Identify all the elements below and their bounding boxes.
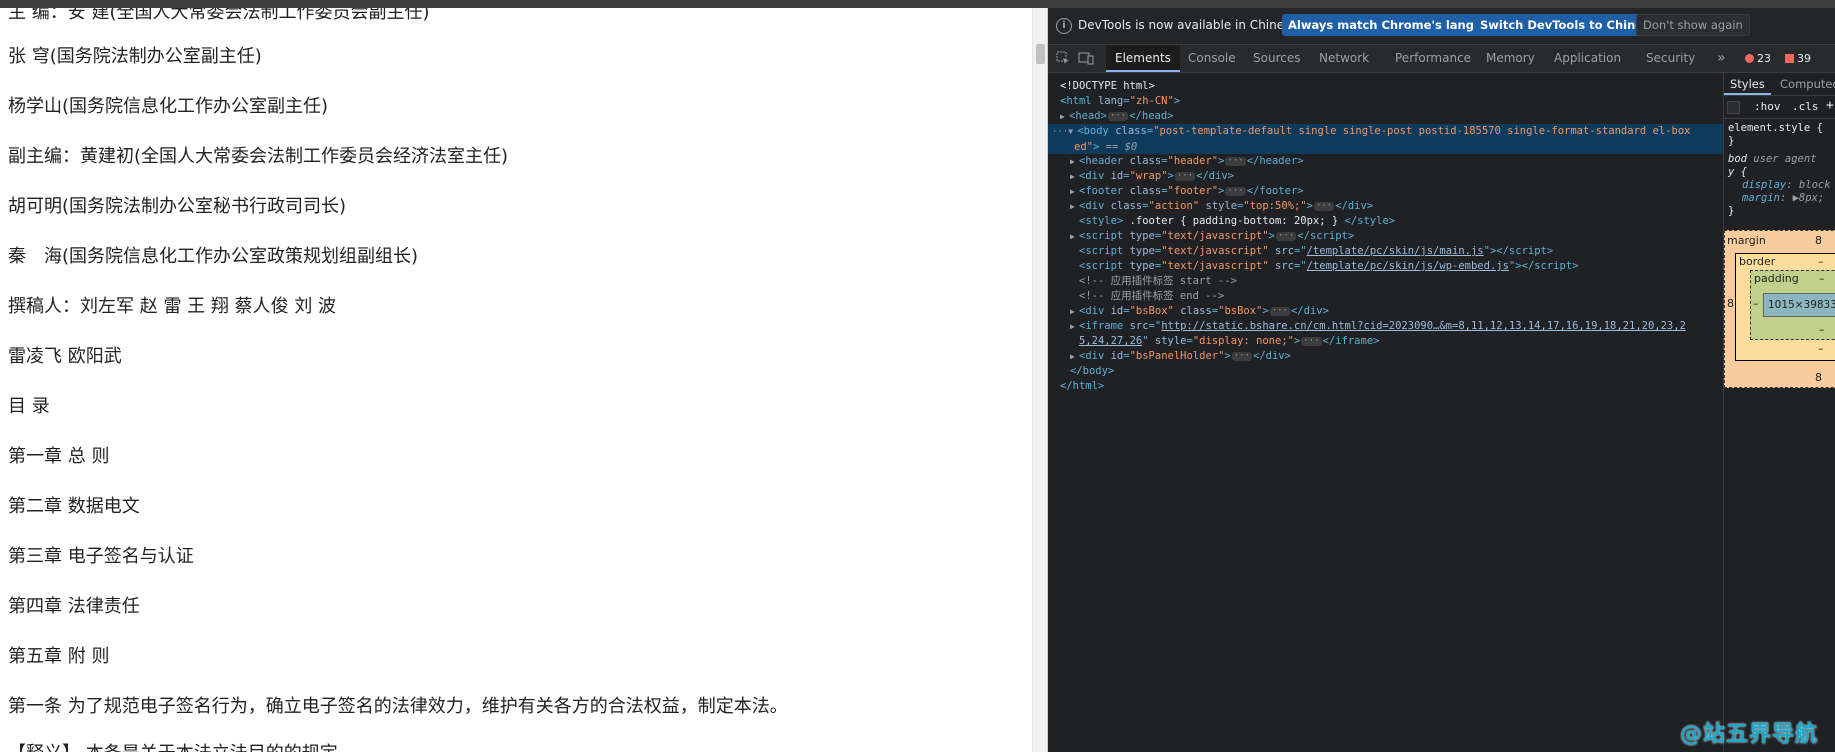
- warning-icon: [1785, 54, 1794, 63]
- warning-count-badge[interactable]: 39: [1783, 51, 1814, 66]
- toc-chapter-4: 第四章 法律责任: [8, 596, 140, 617]
- page-text-line: 张 穹(国务院法制办公室副主任): [8, 46, 262, 67]
- wp-embed-js-link[interactable]: /template/pc/skin/js/wp-embed.js: [1307, 260, 1509, 272]
- dom-node-doctype[interactable]: <!DOCTYPE html>: [1048, 79, 1723, 94]
- warning-count: 39: [1797, 52, 1811, 65]
- dom-node-close-body[interactable]: </body>: [1048, 364, 1723, 379]
- toc-chapter-2: 第二章 数据电文: [8, 496, 140, 517]
- devtools-tabbar: Elements Console Sources Network Perform…: [1048, 45, 1835, 73]
- hov-toggle[interactable]: :hov: [1754, 100, 1781, 113]
- box-model-margin[interactable]: margin 8 8 8 border – – padding – – – 10…: [1724, 230, 1835, 388]
- more-tabs-icon[interactable]: »: [1708, 45, 1735, 72]
- dom-node-script-inline[interactable]: ▶ <script type="text/javascript"> ··· </scr…: [1048, 229, 1723, 244]
- error-icon: [1745, 54, 1754, 63]
- error-count: 23: [1757, 52, 1771, 65]
- dom-node-comment[interactable]: <!-- 应用插件标签 start -->: [1048, 274, 1723, 289]
- page-text-line: 【释义】 本条是关于本法立法目的的规定: [8, 743, 338, 752]
- rule-close-brace: }: [1728, 135, 1735, 147]
- ellipsis-icon[interactable]: ···: [1107, 112, 1129, 121]
- info-icon: i: [1056, 18, 1072, 34]
- page-scrollbar-thumb[interactable]: [1036, 44, 1045, 64]
- margin-declaration[interactable]: margin: ▶8px;: [1728, 192, 1824, 205]
- toc-chapter-3: 第三章 电子签名与认证: [8, 546, 194, 567]
- tab-security[interactable]: Security: [1637, 45, 1704, 72]
- dom-node-bspanelholder[interactable]: ▶ <div id="bsPanelHolder"> ··· </div>: [1048, 349, 1723, 364]
- styles-toolbar: :hov .cls +: [1724, 96, 1835, 119]
- page-text-line: 主 编：安 建(全国人大常委会法制工作委员会副主任): [8, 8, 430, 23]
- toc-chapter-1: 第一章 总 则: [8, 446, 110, 467]
- box-model-content[interactable]: 1015×39833: [1763, 293, 1835, 317]
- main-js-link[interactable]: /template/pc/skin/js/main.js: [1307, 245, 1484, 257]
- dom-node-header[interactable]: ▶ <header class="header"> ··· </header>: [1048, 154, 1723, 169]
- page-text-line: 副主编：黄建初(全国人大常委会法制工作委员会经济法室主任): [8, 146, 509, 167]
- web-page-content: 主 编：安 建(全国人大常委会法制工作委员会副主任) 张 穹(国务院法制办公室副…: [0, 8, 1032, 752]
- dom-node-style[interactable]: <style> .footer { padding-bottom: 20px; …: [1048, 214, 1723, 229]
- new-rule-button[interactable]: +: [1826, 98, 1834, 113]
- box-model-border[interactable]: border – – padding – – – 1015×39833: [1735, 253, 1835, 361]
- tab-application[interactable]: Application: [1545, 45, 1630, 72]
- dom-node-head[interactable]: ▶ <head> ··· </head>: [1048, 109, 1723, 124]
- devtools-panel: i DevTools is now available in Chinese! …: [1048, 8, 1835, 752]
- dom-tree: <!DOCTYPE html> <html lang="zh-CN"> ▶ <he…: [1048, 73, 1723, 752]
- dom-node-action[interactable]: ▶ <div class="action" style="top:50%;"> ··…: [1048, 199, 1723, 214]
- page-text-line: 秦 海(国务院信息化工作办公室政策规划组副组长): [8, 246, 419, 267]
- styles-pane: Styles Computed :hov .cls + element.styl…: [1724, 73, 1835, 752]
- tab-elements[interactable]: Elements: [1106, 45, 1180, 72]
- body-ua-rule[interactable]: bod user agent: [1728, 153, 1817, 166]
- iframe-src-link[interactable]: http://static.bshare.cn/cm.html?cid=2023…: [1161, 320, 1686, 332]
- dom-node-body-selected[interactable]: ···▼ <body class="post-template-default s…: [1048, 124, 1723, 154]
- cls-toggle[interactable]: .cls: [1792, 100, 1819, 113]
- expand-arrow-icon[interactable]: ▶: [1060, 109, 1069, 124]
- tab-sources[interactable]: Sources: [1244, 45, 1309, 72]
- page-text-line: 目 录: [8, 396, 50, 417]
- tab-styles[interactable]: Styles: [1724, 73, 1771, 95]
- browser-top-strip: [0, 0, 1835, 8]
- dom-node-html[interactable]: <html lang="zh-CN">: [1048, 94, 1723, 109]
- page-text-line: 胡可明(国务院法制办公室秘书行政司司长): [8, 196, 347, 217]
- tab-console[interactable]: Console: [1179, 45, 1245, 72]
- toc-chapter-5: 第五章 附 则: [8, 646, 110, 667]
- dom-node-wrap[interactable]: ▶ <div id="wrap"> ··· </div>: [1048, 169, 1723, 184]
- article-1-text: 第一条 为了规范电子签名行为，确立电子签名的法律效力，维护有关各方的合法权益，制…: [8, 696, 788, 717]
- filter-input[interactable]: [1727, 101, 1740, 114]
- box-model-diagram: margin 8 8 8 border – – padding – – – 10…: [1724, 230, 1835, 388]
- selected-marker: == $0: [1105, 141, 1138, 153]
- tab-memory[interactable]: Memory: [1477, 45, 1544, 72]
- page-scrollbar[interactable]: [1032, 8, 1048, 752]
- styles-subtabs: Styles Computed: [1724, 73, 1835, 96]
- dom-node-close-html[interactable]: </html>: [1048, 379, 1723, 394]
- page-text-line: 雷凌飞 欧阳武: [8, 346, 122, 367]
- dom-node-iframe[interactable]: ▶ <iframe src="http://static.bshare.cn/cm…: [1048, 319, 1723, 349]
- collapse-arrow-icon[interactable]: ▼: [1068, 124, 1077, 139]
- page-text-line: 杨学山(国务院信息化工作办公室副主任): [8, 96, 329, 117]
- device-toolbar-icon[interactable]: [1078, 51, 1094, 65]
- infobar-message: DevTools is now available in Chinese!: [1078, 18, 1303, 32]
- display-declaration[interactable]: display: block: [1728, 179, 1831, 192]
- dom-node-footer[interactable]: ▶ <footer class="footer"> ··· </footer>: [1048, 184, 1723, 199]
- tab-computed[interactable]: Computed: [1774, 73, 1835, 95]
- tab-performance[interactable]: Performance: [1386, 45, 1480, 72]
- site-watermark: @站五界导航: [1680, 722, 1819, 747]
- body-ua-rule-brace: y {: [1728, 166, 1747, 178]
- dom-node-script-main[interactable]: <script type="text/javascript" src="/tem…: [1048, 244, 1723, 259]
- rule-close-brace: }: [1728, 205, 1735, 217]
- box-model-padding[interactable]: padding – – – 1015×39833: [1750, 270, 1835, 340]
- inspect-element-icon[interactable]: [1056, 51, 1070, 65]
- dom-node-script-embed[interactable]: <script type="text/javascript" src="/tem…: [1048, 259, 1723, 274]
- error-count-badge[interactable]: 23: [1743, 51, 1774, 66]
- tab-network[interactable]: Network: [1310, 45, 1378, 72]
- page-text-line: 撰稿人：刘左军 赵 雷 王 翔 蔡人俊 刘 波: [8, 296, 337, 317]
- language-infobar: i DevTools is now available in Chinese! …: [1048, 8, 1835, 45]
- dont-show-again-button[interactable]: Don't show again: [1636, 14, 1750, 36]
- dom-node-bsbox[interactable]: ▶ <div id="bsBox" class="bsBox"> ··· </div>: [1048, 304, 1723, 319]
- element-style-rule[interactable]: element.style {: [1728, 122, 1823, 135]
- dom-node-comment[interactable]: <!-- 应用插件标签 end -->: [1048, 289, 1723, 304]
